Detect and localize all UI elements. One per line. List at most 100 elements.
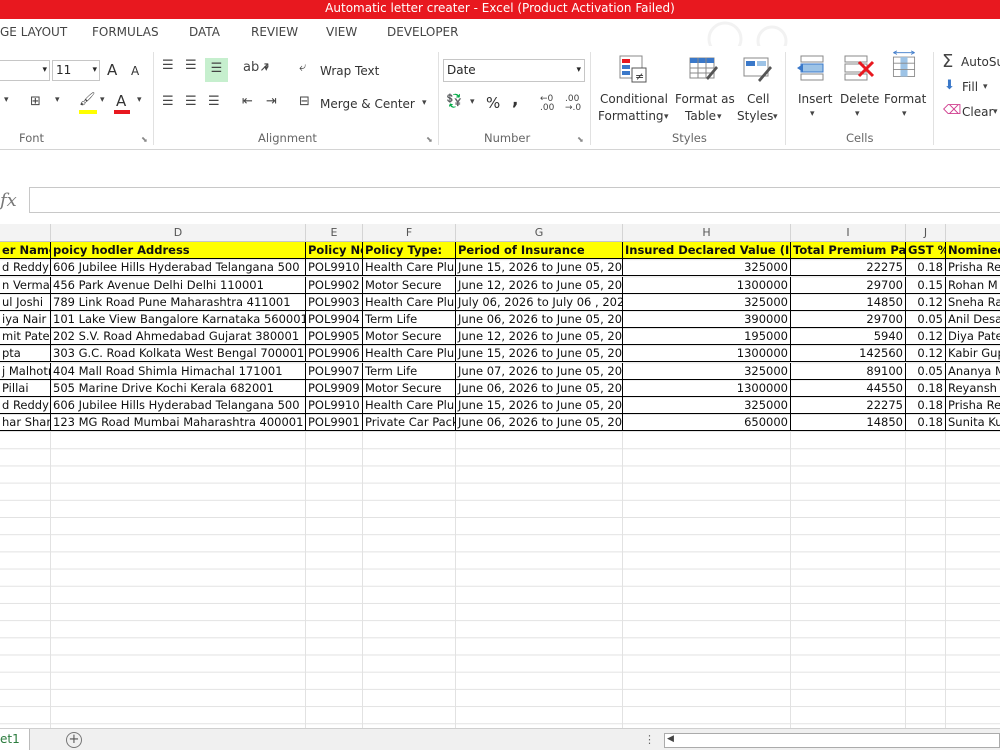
cell-premium[interactable]: 14850 bbox=[791, 293, 906, 311]
comma-style-button[interactable]: , bbox=[512, 90, 518, 110]
format-button[interactable]: Format bbox=[884, 92, 926, 106]
borders-icon[interactable]: ⊞ bbox=[30, 94, 41, 109]
cell-period[interactable]: June 06, 2026 to June 05, 202 bbox=[456, 379, 623, 397]
cell-policy-no[interactable]: POL9910 bbox=[306, 259, 363, 277]
cell-policy-no[interactable]: POL9905 bbox=[306, 328, 363, 346]
cell-policy-no[interactable]: POL9901 bbox=[306, 414, 363, 432]
cell-period[interactable]: July 06, 2026 to July 06 , 2027 bbox=[456, 293, 623, 311]
cell-policy-type[interactable]: Term Life bbox=[363, 311, 456, 328]
header-cell-gst[interactable]: GST % bbox=[906, 242, 946, 259]
conditional-formatting-icon[interactable]: ≠ bbox=[618, 54, 650, 84]
wrap-text-icon[interactable]: ⤶ bbox=[299, 60, 306, 75]
number-dialog-launcher-icon[interactable]: ⬊ bbox=[577, 135, 584, 144]
format-cells-icon[interactable] bbox=[888, 50, 920, 80]
fill-dropdown-icon[interactable]: ▾ bbox=[983, 82, 988, 92]
cell-idv[interactable]: 1300000 bbox=[623, 379, 791, 397]
cell-name[interactable]: d Reddy bbox=[0, 259, 51, 277]
conditional-formatting-dropdown-icon[interactable]: ▾ bbox=[664, 112, 669, 122]
decrease-indent-icon[interactable]: ⇤ bbox=[242, 94, 253, 109]
split-handle-icon[interactable]: ⋮ bbox=[644, 733, 655, 746]
font-color-dropdown-icon[interactable]: ▾ bbox=[137, 95, 142, 105]
format-as-table-dropdown-icon[interactable]: ▾ bbox=[717, 112, 722, 122]
align-top-icon[interactable]: ☰ bbox=[162, 58, 174, 73]
cell-name[interactable]: d Reddy bbox=[0, 397, 51, 414]
column-header-d[interactable]: D bbox=[51, 224, 306, 242]
header-cell-period[interactable]: Period of Insurance bbox=[456, 242, 623, 259]
cell-nominee[interactable]: Kabir Gup bbox=[946, 345, 1000, 363]
cell-gst[interactable]: 0.18 bbox=[906, 259, 946, 277]
insert-dropdown-icon[interactable]: ▾ bbox=[810, 109, 815, 119]
delete-dropdown-icon[interactable]: ▾ bbox=[855, 109, 860, 119]
align-middle-icon[interactable]: ☰ bbox=[185, 58, 197, 73]
font-dialog-launcher-icon[interactable]: ⬊ bbox=[141, 135, 148, 144]
autosum-button[interactable]: AutoSu bbox=[961, 55, 1000, 69]
cell-policy-type[interactable]: Motor Secure bbox=[363, 276, 456, 294]
cell-nominee[interactable]: Rohan M bbox=[946, 277, 1000, 294]
eraser-icon[interactable]: ⌫ bbox=[943, 103, 961, 118]
cell-policy-type[interactable]: Health Care Plu bbox=[363, 293, 456, 311]
cell-address[interactable]: 101 Lake View Bangalore Karnataka 560001 bbox=[51, 311, 306, 328]
orientation-dropdown-icon[interactable]: ▾ bbox=[264, 64, 269, 74]
merge-center-icon[interactable]: ⊟ bbox=[299, 94, 310, 109]
align-right-icon[interactable]: ☰ bbox=[208, 94, 220, 109]
cell-name[interactable]: j Malhotr bbox=[0, 362, 51, 380]
format-as-table-icon[interactable] bbox=[688, 54, 720, 84]
cell-address[interactable]: 404 Mall Road Shimla Himachal 171001 bbox=[51, 362, 306, 380]
cell-idv[interactable]: 325000 bbox=[623, 259, 791, 277]
percent-style-button[interactable]: % bbox=[486, 94, 500, 112]
cell-name[interactable]: har Sharr bbox=[0, 414, 51, 432]
cell-policy-no[interactable]: POL9910 bbox=[306, 397, 363, 414]
fill-down-icon[interactable]: ⬇ bbox=[944, 78, 955, 93]
cell-policy-no[interactable]: POL9909 bbox=[306, 379, 363, 397]
tab-formulas[interactable]: FORMULAS bbox=[92, 25, 159, 39]
cell-name[interactable]: Pillai bbox=[0, 379, 51, 397]
font-size-dropdown-icon[interactable]: ▾ bbox=[92, 61, 97, 79]
column-header-f[interactable]: F bbox=[363, 224, 456, 242]
cell-premium[interactable]: 22275 bbox=[791, 397, 906, 414]
format-dropdown-icon[interactable]: ▾ bbox=[902, 109, 907, 119]
cell-styles-label-2[interactable]: Styles bbox=[737, 109, 773, 123]
cell-idv[interactable]: 390000 bbox=[623, 311, 791, 328]
cell-idv[interactable]: 650000 bbox=[623, 414, 791, 432]
cell-premium[interactable]: 142560 bbox=[791, 345, 906, 363]
cell-gst[interactable]: 0.05 bbox=[906, 311, 946, 328]
tab-view[interactable]: VIEW bbox=[326, 25, 357, 39]
tab-data[interactable]: DATA bbox=[189, 25, 220, 39]
cell-nominee[interactable]: Sunita Ku bbox=[946, 414, 1000, 432]
column-header-i[interactable]: I bbox=[791, 224, 906, 242]
cell-policy-type[interactable]: Health Care Plu bbox=[363, 345, 456, 363]
cell-name[interactable]: ul Joshi bbox=[0, 293, 51, 311]
cell-policy-type[interactable]: Health Care Plu bbox=[363, 259, 456, 277]
cell-name[interactable]: mit Patel bbox=[0, 328, 51, 346]
cell-address[interactable]: 123 MG Road Mumbai Maharashtra 400001 bbox=[51, 414, 306, 432]
cell-premium[interactable]: 29700 bbox=[791, 311, 906, 328]
cell-nominee[interactable]: Anil Desa bbox=[946, 311, 1000, 328]
delete-cells-icon[interactable] bbox=[843, 54, 875, 84]
cell-gst[interactable]: 0.15 bbox=[906, 276, 946, 294]
cell-period[interactable]: June 12, 2026 to June 05, 202 bbox=[456, 328, 623, 346]
fill-color-icon[interactable]: 🖌 bbox=[79, 92, 96, 107]
cell-premium[interactable]: 5940 bbox=[791, 328, 906, 346]
cell-policy-no[interactable]: POL9907 bbox=[306, 362, 363, 380]
cell-nominee[interactable]: Reyansh bbox=[946, 380, 1000, 397]
grow-font-button[interactable]: A bbox=[107, 61, 117, 79]
cell-nominee[interactable]: Prisha Re bbox=[946, 259, 1000, 277]
cell-period[interactable]: June 15, 2026 to June 05, 202 bbox=[456, 397, 623, 414]
cell-gst[interactable]: 0.18 bbox=[906, 397, 946, 414]
cell-policy-type[interactable]: Term Life bbox=[363, 362, 456, 380]
cell-styles-dropdown-icon[interactable]: ▾ bbox=[773, 112, 778, 122]
cell-gst[interactable]: 0.12 bbox=[906, 328, 946, 346]
cell-policy-type[interactable]: Motor Secure bbox=[363, 379, 456, 397]
conditional-formatting-label-1[interactable]: Conditional bbox=[600, 92, 668, 106]
merge-center-button[interactable]: Merge & Center bbox=[320, 97, 415, 111]
header-cell-address[interactable]: poicy hodler Address bbox=[51, 242, 306, 259]
delete-button[interactable]: Delete bbox=[840, 92, 879, 106]
borders-dropdown-icon[interactable]: ▾ bbox=[55, 95, 60, 105]
cell-policy-no[interactable]: POL9902 bbox=[306, 276, 363, 294]
cell-address[interactable]: 303 G.C. Road Kolkata West Bengal 700001 bbox=[51, 345, 306, 363]
cell-premium[interactable]: 29700 bbox=[791, 276, 906, 294]
increase-indent-icon[interactable]: ⇥ bbox=[266, 94, 277, 109]
cell-policy-no[interactable]: POL9904 bbox=[306, 311, 363, 328]
cell-period[interactable]: June 06, 2026 to June 05, 202 bbox=[456, 311, 623, 328]
format-as-table-label-2[interactable]: Table bbox=[685, 109, 716, 123]
